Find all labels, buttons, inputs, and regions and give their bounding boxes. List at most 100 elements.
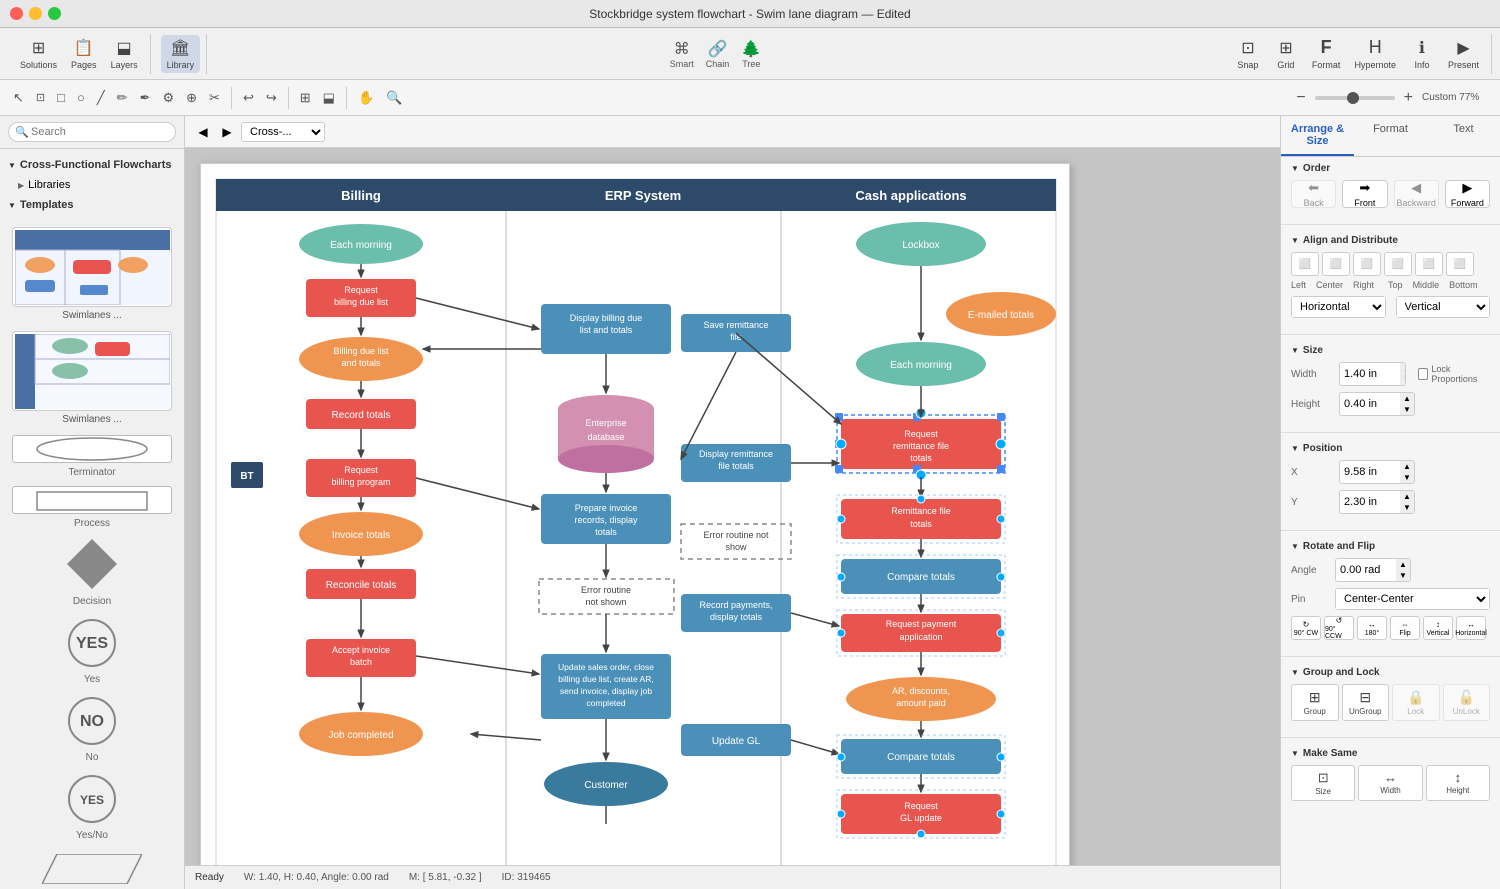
rotate-expand[interactable]: ▼ [1291, 542, 1299, 551]
tree-button[interactable]: 🌲Tree [741, 39, 761, 69]
width-down[interactable]: ▼ [1400, 374, 1406, 385]
width-up[interactable]: ▲ [1400, 363, 1406, 374]
library-button[interactable]: 🏛Library [161, 35, 201, 73]
rotate-180-button[interactable]: ↔180° [1357, 616, 1387, 640]
chain-button[interactable]: 🔗Chain [706, 39, 730, 69]
pen-tool[interactable]: ✒ [135, 87, 156, 109]
height-input[interactable] [1340, 395, 1400, 413]
select-box-tool[interactable]: ⊡ [31, 88, 50, 107]
align-middle-button[interactable]: ⬜ [1415, 252, 1443, 276]
pan-tool[interactable]: ✋ [353, 87, 379, 109]
swimlane-template-2[interactable]: Swimlanes ... [6, 331, 178, 425]
add-tool[interactable]: ⊕ [181, 87, 202, 109]
pin-select[interactable]: Center-Center [1336, 589, 1489, 609]
align-right-button[interactable]: ⬜ [1353, 252, 1381, 276]
forward-button[interactable]: ▶Forward [1445, 180, 1490, 208]
group-button[interactable]: ⊞Group [1291, 684, 1339, 721]
lock-checkbox[interactable] [1418, 368, 1429, 380]
maximize-button[interactable] [48, 7, 61, 20]
smart-button[interactable]: ⌘Smart [670, 39, 694, 69]
format-button[interactable]: FFormat [1306, 34, 1347, 73]
rotate-90cw-button[interactable]: ↻90° CW [1291, 616, 1321, 640]
lock-button[interactable]: 🔒Lock [1392, 684, 1440, 721]
nav-forward-arrow[interactable]: ▶ [217, 122, 237, 142]
rect-tool[interactable]: □ [52, 87, 70, 108]
y-up[interactable]: ▲ [1400, 491, 1414, 502]
templates-section[interactable]: ▼ Templates [0, 195, 184, 215]
diagram-container[interactable]: Billing ERP System Cash applications Eac… [200, 163, 1070, 865]
arrange-size-tab[interactable]: Arrange & Size [1281, 116, 1354, 156]
no-shape[interactable]: NO No [6, 693, 178, 763]
format-tab[interactable]: Format [1354, 116, 1427, 156]
search-input[interactable] [8, 122, 176, 142]
swimlane-template-1[interactable]: Swimlanes ... [6, 227, 178, 321]
zoom-in-button[interactable]: + [1399, 86, 1418, 110]
yesno-shape[interactable]: YES Yes/No [6, 771, 178, 841]
nav-back-arrow[interactable]: ◀ [193, 122, 213, 142]
solutions-button[interactable]: ⊞Solutions [14, 35, 63, 73]
zoom-slider[interactable] [1315, 96, 1395, 100]
x-input[interactable] [1340, 463, 1400, 481]
front-button[interactable]: ➡Front [1342, 180, 1387, 208]
horizontal-select[interactable]: Horizontal [1292, 297, 1385, 317]
vertical-select[interactable]: Vertical [1397, 297, 1490, 317]
height-down[interactable]: ▼ [1400, 404, 1414, 415]
pages-button[interactable]: 📋Pages [65, 35, 103, 73]
align-center-button[interactable]: ⬜ [1322, 252, 1350, 276]
align-top-button[interactable]: ⬜ [1384, 252, 1412, 276]
backward-button[interactable]: ◀Backward [1394, 180, 1439, 208]
grid-button[interactable]: ⊞Grid [1268, 35, 1304, 73]
same-size-button[interactable]: ⊡Size [1291, 765, 1355, 801]
same-height-button[interactable]: ↕Height [1426, 765, 1490, 801]
angle-input[interactable] [1336, 561, 1396, 579]
undo-button[interactable]: ↩ [238, 87, 259, 109]
ellipse-tool[interactable]: ○ [72, 87, 90, 108]
size-expand[interactable]: ▼ [1291, 346, 1299, 355]
layers-tool[interactable]: ⬓ [318, 87, 340, 109]
vertical-button[interactable]: ↕Vertical [1423, 616, 1453, 640]
select-tool[interactable]: ↖ [8, 87, 29, 109]
y-down[interactable]: ▼ [1400, 502, 1414, 513]
position-expand[interactable]: ▼ [1291, 444, 1299, 453]
zoom-tool[interactable]: 🔍 [381, 87, 407, 109]
zoom-out-button[interactable]: − [1291, 86, 1310, 110]
hypernote-button[interactable]: HHypernote [1348, 34, 1402, 73]
horizontal-button[interactable]: ↔Horizontal [1456, 616, 1486, 640]
height-up[interactable]: ▲ [1400, 393, 1414, 404]
line-tool[interactable]: ╱ [92, 87, 110, 109]
order-expand[interactable]: ▼ [1291, 164, 1299, 173]
data-shape[interactable]: Data [6, 849, 178, 889]
canvas-wrapper[interactable]: Billing ERP System Cash applications Eac… [185, 148, 1280, 865]
same-width-button[interactable]: ↔Width [1358, 765, 1422, 801]
redo-button[interactable]: ↪ [261, 87, 282, 109]
make-same-expand[interactable]: ▼ [1291, 749, 1299, 758]
align-left-button[interactable]: ⬜ [1291, 252, 1319, 276]
info-button[interactable]: ℹInfo [1404, 35, 1440, 73]
x-down[interactable]: ▼ [1400, 472, 1414, 483]
flip-button[interactable]: ⇔Flip [1390, 616, 1420, 640]
terminator-shape[interactable]: Terminator [6, 435, 178, 478]
page-select[interactable]: Cross-... [241, 122, 325, 142]
snap-button[interactable]: ⊡Snap [1230, 35, 1266, 73]
angle-down[interactable]: ▼ [1396, 570, 1410, 581]
minimize-button[interactable] [29, 7, 42, 20]
unlock-button[interactable]: 🔓UnLock [1443, 684, 1491, 721]
cross-functional-section[interactable]: ▼ Cross-Functional Flowcharts [0, 155, 184, 175]
present-button[interactable]: ▶Present [1442, 35, 1485, 73]
cut-tool[interactable]: ✂ [204, 87, 225, 109]
angle-up[interactable]: ▲ [1396, 559, 1410, 570]
ungroup-button[interactable]: ⊟UnGroup [1342, 684, 1390, 721]
group-expand[interactable]: ▼ [1291, 668, 1299, 677]
x-up[interactable]: ▲ [1400, 461, 1414, 472]
close-button[interactable] [10, 7, 23, 20]
back-button[interactable]: ⬅Back [1291, 180, 1336, 208]
libraries-item[interactable]: ▶Libraries [0, 175, 184, 195]
process-shape[interactable]: Process [6, 486, 178, 529]
align-expand[interactable]: ▼ [1291, 236, 1299, 245]
decision-shape[interactable]: Decision [6, 537, 178, 607]
layers-button[interactable]: ⬓Layers [105, 35, 144, 73]
rotate-90ccw-button[interactable]: ↺90° CCW [1324, 616, 1354, 640]
y-input[interactable] [1340, 493, 1400, 511]
grid-tool[interactable]: ⊞ [295, 87, 316, 109]
yes-shape[interactable]: YES Yes [6, 615, 178, 685]
